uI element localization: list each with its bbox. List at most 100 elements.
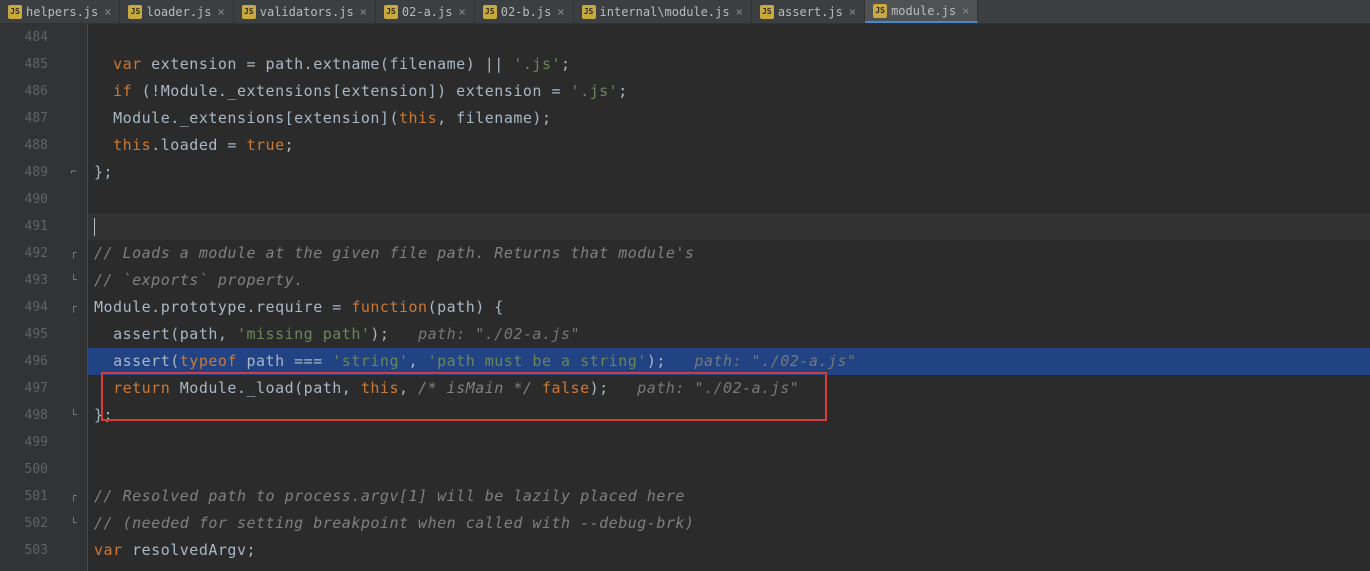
tab-validators[interactable]: JS validators.js ×	[234, 0, 376, 23]
fold-marker	[60, 213, 87, 240]
js-file-icon: JS	[384, 5, 398, 19]
close-icon[interactable]: ×	[557, 5, 564, 19]
code-line[interactable]: // (needed for setting breakpoint when c…	[88, 510, 1370, 537]
code-line[interactable]	[88, 456, 1370, 483]
code-line[interactable]: if (!Module._extensions[extension]) exte…	[88, 78, 1370, 105]
code-line[interactable]: var extension = path.extname(filename) |…	[88, 51, 1370, 78]
fold-marker	[60, 429, 87, 456]
fold-marker	[60, 375, 87, 402]
line-number[interactable]: 497	[0, 375, 48, 402]
tab-label: validators.js	[260, 5, 354, 19]
fold-marker	[60, 132, 87, 159]
fold-start-icon[interactable]: ┌	[60, 483, 87, 510]
inline-hint: path: "./02-a.js"	[694, 352, 856, 370]
fold-marker	[60, 24, 87, 51]
code-line[interactable]: return Module._load(path, this, /* isMai…	[88, 375, 1370, 402]
line-number[interactable]: 488	[0, 132, 48, 159]
editor: 484 485 486 487 488 489 490 491 492 493 …	[0, 24, 1370, 571]
line-number[interactable]: 484	[0, 24, 48, 51]
text-cursor	[94, 218, 95, 236]
code-line[interactable]	[88, 24, 1370, 51]
code-line[interactable]	[88, 213, 1370, 240]
close-icon[interactable]: ×	[736, 5, 743, 19]
close-icon[interactable]: ×	[458, 5, 465, 19]
line-number[interactable]: 498	[0, 402, 48, 429]
line-number[interactable]: 501	[0, 483, 48, 510]
code-line[interactable]: Module._extensions[extension](this, file…	[88, 105, 1370, 132]
fold-end-icon[interactable]: ⌐	[60, 159, 87, 186]
line-number[interactable]: 494	[0, 294, 48, 321]
line-number[interactable]: 503	[0, 537, 48, 564]
line-number[interactable]: 489	[0, 159, 48, 186]
fold-marker	[60, 186, 87, 213]
tab-label: 02-b.js	[501, 5, 552, 19]
line-gutter: 484 485 486 487 488 489 490 491 492 493 …	[0, 24, 60, 571]
inline-hint: path: "./02-a.js"	[637, 379, 799, 397]
line-number[interactable]: 491	[0, 213, 48, 240]
line-number[interactable]: 500	[0, 456, 48, 483]
close-icon[interactable]: ×	[360, 5, 367, 19]
tab-label: assert.js	[778, 5, 843, 19]
tab-helpers[interactable]: JS helpers.js ×	[0, 0, 120, 23]
inline-hint: path: "./02-a.js"	[418, 325, 580, 343]
fold-start-icon[interactable]: ┌	[60, 240, 87, 267]
code-line[interactable]	[88, 429, 1370, 456]
line-number[interactable]: 493	[0, 267, 48, 294]
code-line[interactable]: var resolvedArgv;	[88, 537, 1370, 564]
tab-label: internal\module.js	[600, 5, 730, 19]
close-icon[interactable]: ×	[849, 5, 856, 19]
fold-end-icon[interactable]: └	[60, 510, 87, 537]
code-line[interactable]: // Loads a module at the given file path…	[88, 240, 1370, 267]
tab-02a[interactable]: JS 02-a.js ×	[376, 0, 475, 23]
tab-assert[interactable]: JS assert.js ×	[752, 0, 865, 23]
line-number[interactable]: 496	[0, 348, 48, 375]
js-file-icon: JS	[760, 5, 774, 19]
close-icon[interactable]: ×	[104, 5, 111, 19]
code-line[interactable]	[88, 186, 1370, 213]
code-line-highlighted[interactable]: assert(typeof path === 'string', 'path m…	[88, 348, 1370, 375]
fold-end-icon[interactable]: └	[60, 267, 87, 294]
tab-label: loader.js	[146, 5, 211, 19]
tab-internal-module[interactable]: JS internal\module.js ×	[574, 0, 752, 23]
js-file-icon: JS	[8, 5, 22, 19]
code-line[interactable]: this.loaded = true;	[88, 132, 1370, 159]
js-file-icon: JS	[242, 5, 256, 19]
fold-marker	[60, 51, 87, 78]
line-number[interactable]: 495	[0, 321, 48, 348]
code-area[interactable]: var extension = path.extname(filename) |…	[88, 24, 1370, 571]
close-icon[interactable]: ×	[218, 5, 225, 19]
close-icon[interactable]: ×	[962, 4, 969, 18]
fold-marker	[60, 78, 87, 105]
line-number[interactable]: 485	[0, 51, 48, 78]
code-line[interactable]: // Resolved path to process.argv[1] will…	[88, 483, 1370, 510]
js-file-icon: JS	[582, 5, 596, 19]
line-number[interactable]: 490	[0, 186, 48, 213]
tab-bar: JS helpers.js × JS loader.js × JS valida…	[0, 0, 1370, 24]
code-line[interactable]: };	[88, 402, 1370, 429]
fold-column: ⌐ ┌ └ ┌ └ ┌ └	[60, 24, 88, 571]
tab-02b[interactable]: JS 02-b.js ×	[475, 0, 574, 23]
js-file-icon: JS	[873, 4, 887, 18]
tab-label: 02-a.js	[402, 5, 453, 19]
code-line[interactable]: };	[88, 159, 1370, 186]
fold-start-icon[interactable]: ┌	[60, 294, 87, 321]
fold-marker	[60, 321, 87, 348]
line-number[interactable]: 487	[0, 105, 48, 132]
tab-loader[interactable]: JS loader.js ×	[120, 0, 233, 23]
fold-marker	[60, 456, 87, 483]
fold-end-icon[interactable]: └	[60, 402, 87, 429]
line-number[interactable]: 486	[0, 78, 48, 105]
tab-module[interactable]: JS module.js ×	[865, 0, 978, 23]
code-line[interactable]: assert(path, 'missing path'); path: "./0…	[88, 321, 1370, 348]
fold-marker	[60, 105, 87, 132]
fold-marker	[60, 348, 87, 375]
js-file-icon: JS	[128, 5, 142, 19]
fold-marker	[60, 537, 87, 564]
line-number[interactable]: 499	[0, 429, 48, 456]
tab-label: module.js	[891, 4, 956, 18]
code-line[interactable]: // `exports` property.	[88, 267, 1370, 294]
code-line[interactable]: Module.prototype.require = function(path…	[88, 294, 1370, 321]
line-number[interactable]: 502	[0, 510, 48, 537]
line-number[interactable]: 492	[0, 240, 48, 267]
js-file-icon: JS	[483, 5, 497, 19]
